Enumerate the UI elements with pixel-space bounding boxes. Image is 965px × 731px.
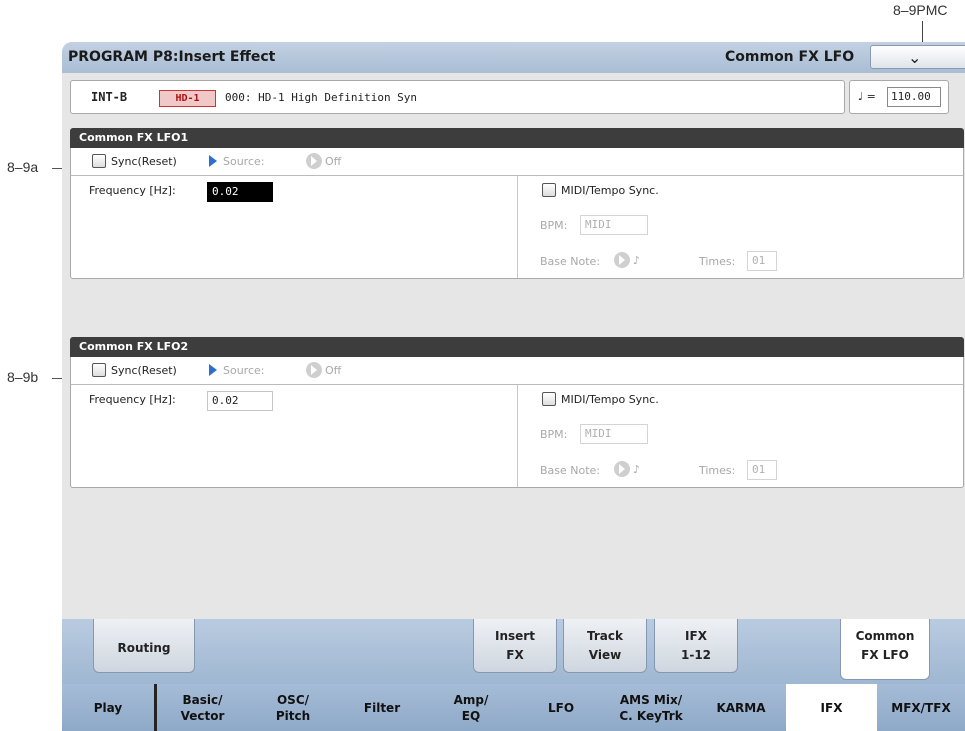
lfo1-times-label: Times: <box>699 255 736 268</box>
lfo2-source-label: Source: <box>223 364 265 377</box>
lfo2-sync-label: Sync(Reset) <box>111 364 177 377</box>
lfo1-section: Common FX LFO1 Sync(Reset) Source: Off F… <box>70 128 964 279</box>
lfo1-times-field[interactable]: 01 <box>747 251 777 271</box>
lfo1-midi-sync-checkbox[interactable] <box>542 183 556 197</box>
lfo1-bpm-label: BPM: <box>540 219 568 232</box>
lfo2-source-value: Off <box>325 364 342 377</box>
lfo2-times-field[interactable]: 01 <box>747 460 777 480</box>
play-arrow-icon <box>619 255 625 265</box>
lfo2-section: Common FX LFO2 Sync(Reset) Source: Off F… <box>70 337 964 488</box>
main-tab-bar: Play Basic/ Vector OSC/ Pitch Filter Amp… <box>62 684 965 731</box>
lfo2-source-button[interactable] <box>306 362 322 378</box>
lfo1-sync-row: Sync(Reset) Source: Off <box>70 148 964 176</box>
lfo1-source-label: Source: <box>223 155 265 168</box>
lfo2-source-arrow-icon[interactable] <box>209 364 217 376</box>
tab-mfx-tfx[interactable]: MFX/TFX <box>877 684 965 731</box>
callout-lfo2: 8–9b <box>7 369 39 385</box>
page-title: PROGRAM P8:Insert Effect <box>68 49 276 65</box>
lfo1-header: Common FX LFO1 <box>70 128 964 148</box>
lfo1-base-note-button[interactable] <box>614 252 630 268</box>
tempo-field[interactable]: 110.00 <box>887 87 941 107</box>
lfo1-body: Frequency [Hz]: 0.02 MIDI/Tempo Sync. BP… <box>70 176 964 279</box>
lcd-screen: PROGRAM P8:Insert Effect Common FX LFO ⌄… <box>62 42 965 731</box>
lfo2-midi-sync-checkbox[interactable] <box>542 392 556 406</box>
tab-play[interactable]: Play <box>62 684 156 731</box>
title-bar: PROGRAM P8:Insert Effect Common FX LFO ⌄ <box>62 42 965 73</box>
lfo1-source-button[interactable] <box>306 153 322 169</box>
tab-filter[interactable]: Filter <box>338 684 428 731</box>
lfo2-header: Common FX LFO2 <box>70 337 964 357</box>
lfo2-body: Frequency [Hz]: 0.02 MIDI/Tempo Sync. BP… <box>70 385 964 488</box>
tab-routing[interactable]: Routing <box>93 619 195 673</box>
lfo1-sync-label: Sync(Reset) <box>111 155 177 168</box>
tab-track-view[interactable]: Track View <box>563 619 647 673</box>
lfo2-frequency-field[interactable]: 0.02 <box>207 391 273 411</box>
lfo1-base-note-value: ♪ <box>633 254 641 267</box>
lfo1-frequency-field[interactable]: 0.02 <box>207 182 273 202</box>
lfo2-sync-row: Sync(Reset) Source: Off <box>70 357 964 385</box>
tab-ifx-1-12[interactable]: IFX 1-12 <box>654 619 738 673</box>
play-arrow-icon <box>311 365 317 375</box>
tab-amp-eq[interactable]: Amp/ EQ <box>426 684 518 731</box>
lfo2-base-note-value: ♪ <box>633 463 641 476</box>
tab-common-fx-lfo[interactable]: Common FX LFO <box>840 619 930 680</box>
lfo1-base-note-label: Base Note: <box>540 255 601 268</box>
lfo2-sync-checkbox[interactable] <box>92 363 106 377</box>
chevron-down-icon: ⌄ <box>908 48 922 67</box>
program-type-badge: HD-1 <box>159 90 216 107</box>
tab-basic-vector[interactable]: Basic/ Vector <box>157 684 250 731</box>
lfo2-base-note-label: Base Note: <box>540 464 601 477</box>
lfo1-source-value: Off <box>325 155 342 168</box>
page-menu-button[interactable]: ⌄ <box>870 45 965 69</box>
lfo1-divider <box>517 176 518 278</box>
tab-osc-pitch[interactable]: OSC/ Pitch <box>248 684 340 731</box>
page-name: Common FX LFO <box>725 49 855 65</box>
lfo1-frequency-label: Frequency [Hz]: <box>89 184 176 197</box>
play-arrow-icon <box>619 464 625 474</box>
tab-insert-fx[interactable]: Insert FX <box>473 619 557 673</box>
lfo2-divider <box>517 385 518 487</box>
tempo-label: ♩ = <box>858 90 876 103</box>
tab-ams-mix[interactable]: AMS Mix/ C. KeyTrk <box>606 684 698 731</box>
callout-top-right: 8–9PMC <box>893 2 948 18</box>
lfo2-midi-sync-label: MIDI/Tempo Sync. <box>561 393 659 406</box>
program-select-bar[interactable]: INT-B HD-1 000: HD-1 High Definition Syn <box>70 80 845 114</box>
callout-lfo1: 8–9a <box>7 159 39 175</box>
lfo1-bpm-field[interactable]: MIDI <box>580 215 648 235</box>
lfo2-base-note-button[interactable] <box>614 461 630 477</box>
lfo1-sync-checkbox[interactable] <box>92 154 106 168</box>
tab-karma[interactable]: KARMA <box>696 684 788 731</box>
lfo1-source-arrow-icon[interactable] <box>209 155 217 167</box>
lfo1-midi-sync-label: MIDI/Tempo Sync. <box>561 184 659 197</box>
tab-lfo[interactable]: LFO <box>516 684 608 731</box>
play-arrow-icon <box>311 156 317 166</box>
lfo2-bpm-field[interactable]: MIDI <box>580 424 648 444</box>
lfo2-bpm-label: BPM: <box>540 428 568 441</box>
program-bank: INT-B <box>91 90 128 104</box>
lfo2-frequency-label: Frequency [Hz]: <box>89 393 176 406</box>
sub-tab-bar: Routing Insert FX Track View IFX 1-12 Co… <box>62 619 965 684</box>
tempo-box: ♩ = 110.00 <box>849 80 949 114</box>
program-name: 000: HD-1 High Definition Syn <box>225 91 418 104</box>
tab-ifx[interactable]: IFX <box>786 684 879 731</box>
lfo2-times-label: Times: <box>699 464 736 477</box>
